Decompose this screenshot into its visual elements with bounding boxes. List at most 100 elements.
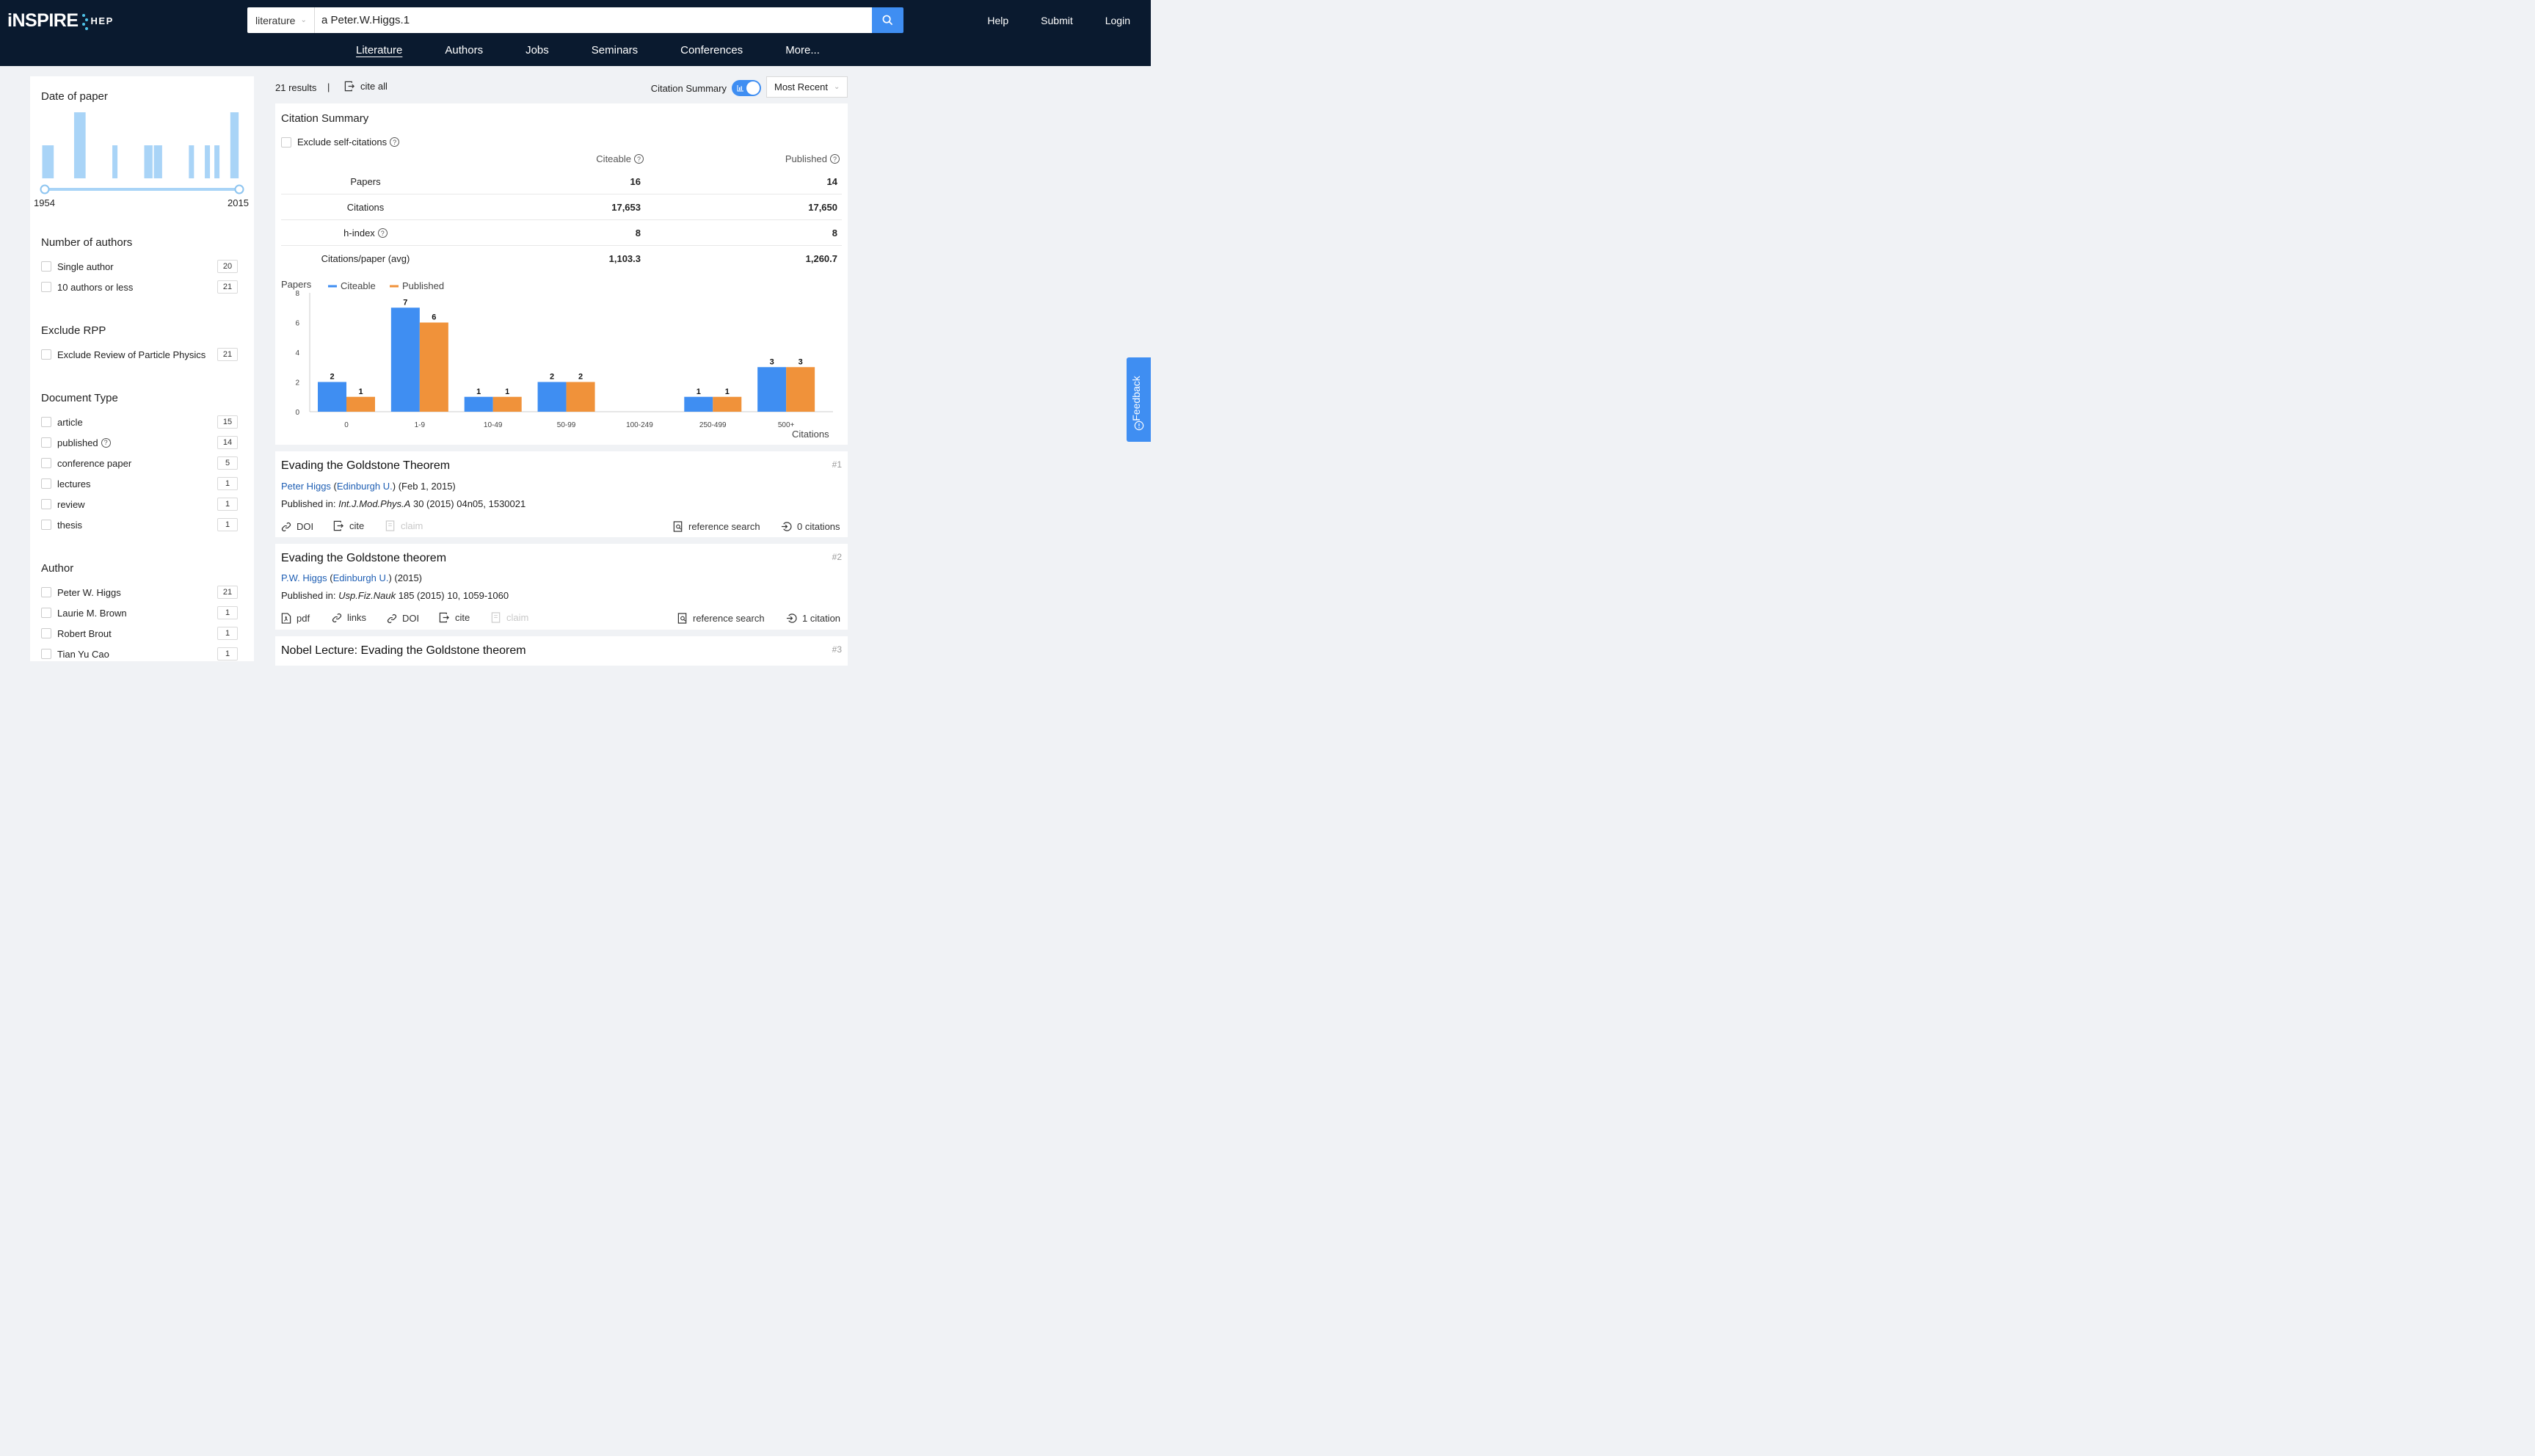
login-link[interactable]: Login xyxy=(1105,15,1130,26)
facet-item-exclude-rpp[interactable]: Exclude Review of Particle Physics 21 xyxy=(41,347,238,362)
facet-label: Laurie M. Brown xyxy=(57,607,127,619)
bar-published[interactable] xyxy=(419,322,448,412)
facet-item-author[interactable]: Laurie M. Brown 1 xyxy=(41,605,238,620)
bar-citeable[interactable] xyxy=(757,367,787,412)
date-histogram-bar[interactable] xyxy=(233,112,239,178)
facet-item-thesis[interactable]: thesis 1 xyxy=(41,517,238,532)
result-title[interactable]: Evading the Goldstone theorem xyxy=(281,552,446,565)
date-histogram-bar[interactable] xyxy=(80,112,86,178)
help-icon[interactable]: ? xyxy=(830,154,840,164)
help-link[interactable]: Help xyxy=(987,15,1008,26)
inspire-logo[interactable]: iNSPIRE HEP xyxy=(7,10,114,32)
bar-published[interactable] xyxy=(713,396,742,412)
date-histogram-bar[interactable] xyxy=(147,145,153,178)
links-button[interactable]: links xyxy=(332,612,366,623)
facet-item-single-author[interactable]: Single author 20 xyxy=(41,259,238,274)
facet-item-lectures[interactable]: lectures 1 xyxy=(41,476,238,491)
feedback-button[interactable]: Feedback xyxy=(1127,357,1151,442)
date-histogram-bar[interactable] xyxy=(48,145,54,178)
sort-select[interactable]: Most Recent ⌄ xyxy=(766,76,848,98)
bar-citeable[interactable] xyxy=(390,307,420,412)
date-histogram[interactable] xyxy=(30,106,254,230)
bar-citeable[interactable] xyxy=(318,382,346,412)
date-from-label: 1954 xyxy=(34,197,55,208)
checkbox[interactable] xyxy=(41,608,51,618)
author-link[interactable]: P.W. Higgs xyxy=(281,572,327,583)
bar-published[interactable] xyxy=(786,367,815,412)
reference-search-button[interactable]: reference search xyxy=(677,613,765,624)
checkbox[interactable] xyxy=(281,136,291,148)
facets-sidebar: Date of paper 1954 2015 Number of author… xyxy=(30,76,254,661)
checkbox[interactable] xyxy=(41,417,51,427)
nav-jobs[interactable]: Jobs xyxy=(525,44,549,57)
cite-button[interactable]: cite xyxy=(439,612,470,623)
checkbox[interactable] xyxy=(41,458,51,468)
date-histogram-bar[interactable] xyxy=(205,145,211,178)
help-icon[interactable]: ? xyxy=(377,228,388,238)
checkbox[interactable] xyxy=(41,437,51,448)
facet-item-conference-paper[interactable]: conference paper 5 xyxy=(41,456,238,470)
claim-button[interactable]: claim xyxy=(491,612,528,623)
checkbox[interactable] xyxy=(41,478,51,489)
author-link[interactable]: Peter Higgs xyxy=(281,481,331,492)
checkbox[interactable] xyxy=(41,499,51,509)
date-slider-end-handle[interactable] xyxy=(234,184,244,194)
help-icon[interactable]: ? xyxy=(634,154,644,164)
cite-button[interactable]: cite xyxy=(333,520,364,531)
doi-button[interactable]: DOI xyxy=(387,613,419,624)
nav-seminars[interactable]: Seminars xyxy=(592,44,638,57)
checkbox[interactable] xyxy=(41,261,51,272)
help-icon[interactable]: ? xyxy=(390,137,400,147)
citation-summary-toggle[interactable] xyxy=(732,80,761,96)
nav-more[interactable]: More... xyxy=(785,44,820,57)
chart-xlabel: Citations xyxy=(792,429,829,440)
nav-conferences[interactable]: Conferences xyxy=(680,44,743,57)
nav-authors[interactable]: Authors xyxy=(445,44,483,57)
checkbox[interactable] xyxy=(41,349,51,360)
pdf-button[interactable]: pdf xyxy=(281,613,310,624)
checkbox[interactable] xyxy=(41,628,51,638)
affiliation-link[interactable]: Edinburgh U. xyxy=(333,572,389,583)
chart-legend[interactable]: Citeable Published xyxy=(328,280,444,291)
date-histogram-bar[interactable] xyxy=(189,145,194,178)
facet-item-10-authors[interactable]: 10 authors or less 21 xyxy=(41,280,238,294)
result-title[interactable]: Nobel Lecture: Evading the Goldstone the… xyxy=(281,644,526,658)
exclude-self-citations[interactable]: Exclude self-citations ? xyxy=(281,136,400,148)
facet-item-author[interactable]: Robert Brout 1 xyxy=(41,626,238,641)
nav-literature[interactable]: Literature xyxy=(356,44,402,57)
login-arrow-icon xyxy=(781,522,792,531)
facet-item-article[interactable]: article 15 xyxy=(41,415,238,429)
date-slider-start-handle[interactable] xyxy=(40,184,50,194)
bar-citeable[interactable] xyxy=(464,396,493,412)
cite-all-button[interactable]: cite all xyxy=(344,81,388,92)
search-button[interactable] xyxy=(872,7,903,33)
submit-link[interactable]: Submit xyxy=(1041,15,1073,26)
date-histogram-bar[interactable] xyxy=(156,145,162,178)
legend-label: Citeable xyxy=(341,280,376,291)
facet-item-published[interactable]: published? 14 xyxy=(41,435,238,450)
facet-item-author[interactable]: Tian Yu Cao 1 xyxy=(41,647,238,661)
claim-button[interactable]: claim xyxy=(385,520,423,531)
search-input[interactable] xyxy=(315,7,872,33)
result-title[interactable]: Evading the Goldstone Theorem xyxy=(281,459,450,473)
bar-published[interactable] xyxy=(566,382,595,412)
date-histogram-bar[interactable] xyxy=(112,145,118,178)
bar-citeable[interactable] xyxy=(684,396,713,412)
search-scope-select[interactable]: literature ⌄ xyxy=(247,7,315,33)
bar-published[interactable] xyxy=(492,396,522,412)
bar-published[interactable] xyxy=(346,396,375,412)
facet-item-author[interactable]: Peter W. Higgs 21 xyxy=(41,585,238,600)
help-icon[interactable]: ? xyxy=(101,437,111,448)
date-histogram-bar[interactable] xyxy=(214,145,220,178)
reference-search-button[interactable]: reference search xyxy=(673,521,760,532)
doi-button[interactable]: DOI xyxy=(281,521,313,532)
bar-citeable[interactable] xyxy=(537,382,567,412)
citations-button[interactable]: 0 citations xyxy=(781,521,840,532)
checkbox[interactable] xyxy=(41,587,51,597)
citations-button[interactable]: 1 citation xyxy=(786,613,840,624)
checkbox[interactable] xyxy=(41,649,51,659)
affiliation-link[interactable]: Edinburgh U. xyxy=(337,481,393,492)
facet-item-review[interactable]: review 1 xyxy=(41,497,238,512)
checkbox[interactable] xyxy=(41,520,51,530)
checkbox[interactable] xyxy=(41,282,51,292)
